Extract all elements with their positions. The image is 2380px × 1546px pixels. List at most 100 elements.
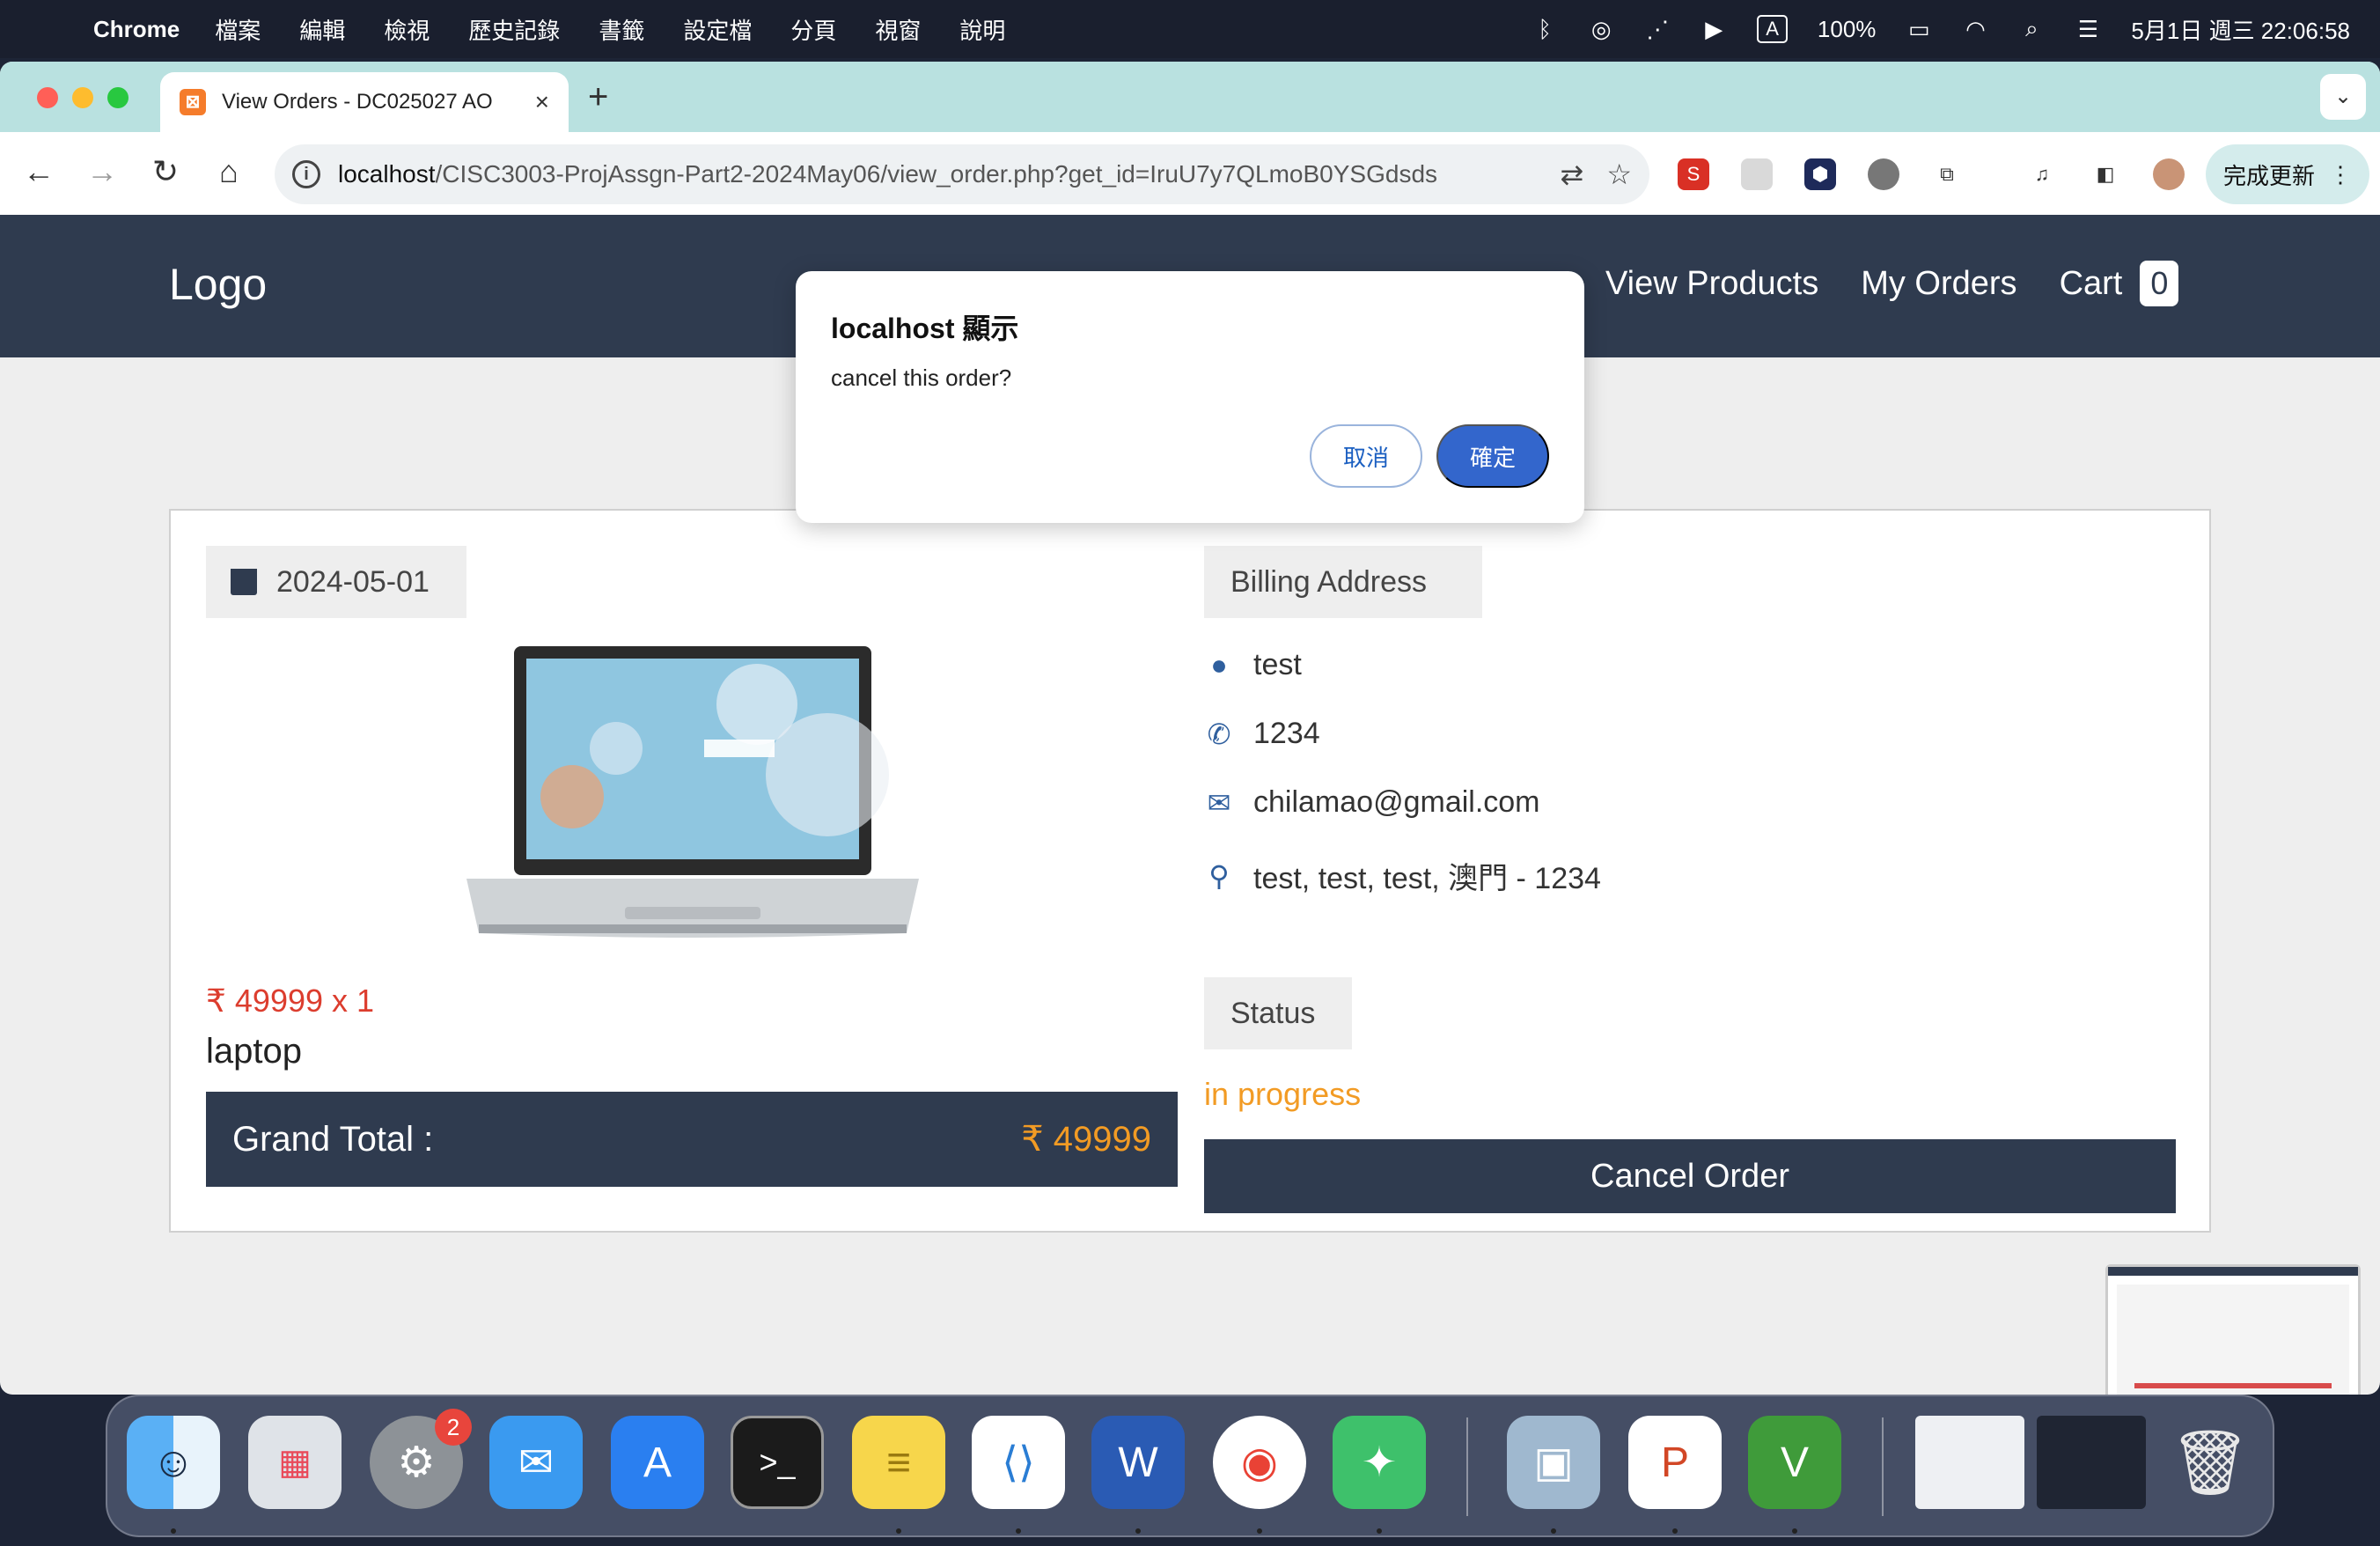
- nav-view-products[interactable]: View Products: [1605, 265, 1818, 303]
- billing-address-row: ⚲ test, test, test, 澳門 - 1234: [1204, 854, 1601, 897]
- dialog-ok-button[interactable]: 確定: [1436, 424, 1549, 488]
- envelope-icon: ✉: [1207, 786, 1231, 819]
- battery-percent: 100%: [1817, 15, 1877, 42]
- screenshot-preview-thumbnail[interactable]: [2105, 1264, 2361, 1395]
- translate-icon[interactable]: ⇄: [1561, 158, 1584, 191]
- finder-running-dot: [171, 1528, 176, 1534]
- new-tab-icon[interactable]: +: [588, 77, 608, 117]
- order-date: 2024-05-01: [276, 564, 430, 599]
- cart-count-badge: 0: [2140, 261, 2179, 306]
- billing-email-row: ✉ chilamao@gmail.com: [1204, 785, 1540, 820]
- dialog-cancel-button[interactable]: 取消: [1310, 424, 1422, 488]
- xampp-favicon-icon: ⊠: [180, 89, 206, 115]
- thumbnail-header: [2108, 1267, 2358, 1276]
- wechat-running-dot: [1377, 1528, 1382, 1534]
- menu-edit[interactable]: 編輯: [299, 13, 345, 46]
- status-chip: Status: [1204, 977, 1352, 1049]
- dots-icon[interactable]: ⋰: [1644, 16, 1671, 43]
- cancel-order-button[interactable]: Cancel Order: [1204, 1139, 2176, 1213]
- billing-name-row: ● test: [1204, 648, 1301, 682]
- play-icon[interactable]: ▶: [1701, 16, 1727, 43]
- browser-tab[interactable]: ⊠ View Orders - DC025027 AO ×: [160, 72, 569, 132]
- word-running-dot: [1135, 1528, 1141, 1534]
- extensions-puzzle-icon[interactable]: ⧉: [1931, 158, 1963, 190]
- menubar-clock[interactable]: 5月1日 週三 22:06:58: [2131, 13, 2350, 46]
- finder-icon[interactable]: ☺: [127, 1416, 220, 1509]
- launchpad-icon[interactable]: ▦: [248, 1416, 342, 1509]
- close-window-button[interactable]: [37, 87, 58, 108]
- extension-caption-icon[interactable]: [1741, 158, 1773, 190]
- app-menu[interactable]: Chrome: [93, 16, 180, 43]
- minimize-window-button[interactable]: [72, 87, 93, 108]
- bluetooth-icon[interactable]: ᛒ: [1532, 16, 1558, 43]
- word-icon[interactable]: W: [1091, 1416, 1185, 1509]
- menu-file[interactable]: 檔案: [215, 13, 261, 46]
- wechat-icon[interactable]: ✦: [1333, 1416, 1426, 1509]
- media-controls-icon[interactable]: ♫: [2026, 158, 2058, 190]
- billing-phone: 1234: [1253, 717, 1320, 750]
- back-icon[interactable]: ←: [18, 153, 60, 190]
- extension-hex-icon[interactable]: ⬢: [1804, 158, 1836, 190]
- airdrop-icon[interactable]: ◎: [1588, 16, 1614, 43]
- billing-address: test, test, test, 澳門 - 1234: [1253, 862, 1601, 895]
- preview-icon[interactable]: ▣: [1507, 1416, 1600, 1509]
- bookmark-star-icon[interactable]: ☆: [1606, 158, 1632, 191]
- forward-icon[interactable]: →: [81, 153, 123, 190]
- more-vert-icon: ⋮: [2329, 160, 2352, 188]
- zoom-window-button[interactable]: [107, 87, 129, 108]
- thumbnail-body: [2117, 1285, 2349, 1395]
- extension-gradient-icon[interactable]: [1868, 158, 1899, 190]
- menu-profiles[interactable]: 設定檔: [683, 13, 752, 46]
- vim-running-dot: [1792, 1528, 1797, 1534]
- input-method-icon[interactable]: A: [1757, 15, 1788, 43]
- side-panel-icon[interactable]: ◧: [2090, 158, 2121, 190]
- menu-history[interactable]: 歷史記錄: [468, 13, 560, 46]
- menu-bookmarks[interactable]: 書籤: [599, 13, 644, 46]
- site-logo[interactable]: Logo: [169, 259, 267, 310]
- grand-total-value: ₹ 49999: [1021, 1120, 1151, 1159]
- trash-icon[interactable]: 🗑: [2163, 1416, 2257, 1509]
- menu-view[interactable]: 檢視: [384, 13, 430, 46]
- mail-icon[interactable]: ✉: [489, 1416, 583, 1509]
- billing-email: chilamao@gmail.com: [1253, 785, 1540, 819]
- powerpoint-icon[interactable]: P: [1628, 1416, 1722, 1509]
- battery-icon[interactable]: ▭: [1906, 16, 1932, 43]
- wifi-icon[interactable]: ◠: [1962, 16, 1988, 43]
- tab-close-icon[interactable]: ×: [535, 88, 549, 116]
- vim-icon[interactable]: V: [1748, 1416, 1841, 1509]
- home-icon[interactable]: ⌂: [208, 153, 250, 190]
- recent-window-vscode-icon[interactable]: [2037, 1416, 2146, 1509]
- billing-phone-row: ✆ 1234: [1204, 717, 1320, 751]
- chrome-icon[interactable]: ◉: [1213, 1416, 1306, 1509]
- site-info-icon[interactable]: i: [292, 160, 320, 188]
- confirm-dialog: localhost 顯示 cancel this order? 取消 確定: [796, 271, 1584, 523]
- nav-my-orders[interactable]: My Orders: [1861, 265, 2016, 303]
- reload-icon[interactable]: ↻: [144, 153, 187, 190]
- tab-title: View Orders - DC025027 AO: [222, 90, 493, 114]
- nav-cart-label: Cart: [2059, 265, 2123, 302]
- nav-cart[interactable]: Cart 0: [2060, 261, 2179, 306]
- tab-search-chevron-icon[interactable]: ⌄: [2320, 74, 2366, 120]
- url-host: localhost: [338, 160, 436, 188]
- dialog-message: cancel this order?: [831, 364, 1012, 391]
- control-center-icon[interactable]: ☰: [2075, 16, 2101, 43]
- price-quantity: ₹ 49999 x 1: [206, 983, 375, 1019]
- app-store-icon[interactable]: A: [611, 1416, 704, 1509]
- url-path: /CISC3003-ProjAssgn-Part2-2024May06/view…: [435, 160, 1438, 188]
- address-bar[interactable]: i localhost /CISC3003-ProjAssgn-Part2-20…: [275, 144, 1649, 204]
- spotlight-search-icon[interactable]: ⌕: [2018, 15, 2045, 43]
- menu-help[interactable]: 說明: [959, 13, 1005, 46]
- vscode-icon[interactable]: ⟨⟩: [972, 1416, 1065, 1509]
- recent-window-chrome-icon[interactable]: [1915, 1416, 2024, 1509]
- notes-icon[interactable]: ≡: [852, 1416, 945, 1509]
- product-image-laptop: [466, 646, 919, 938]
- menu-tab[interactable]: 分頁: [790, 13, 836, 46]
- extension-s-icon[interactable]: S: [1678, 158, 1709, 190]
- system-settings-icon[interactable]: ⚙ 2: [370, 1409, 472, 1509]
- update-label: 完成更新: [2222, 162, 2315, 189]
- profile-avatar[interactable]: [2153, 158, 2185, 190]
- terminal-icon[interactable]: >_: [731, 1416, 824, 1509]
- map-pin-icon: ⚲: [1208, 859, 1230, 892]
- menu-window[interactable]: 視窗: [875, 13, 921, 46]
- update-chrome-button[interactable]: 完成更新 ⋮: [2206, 144, 2369, 204]
